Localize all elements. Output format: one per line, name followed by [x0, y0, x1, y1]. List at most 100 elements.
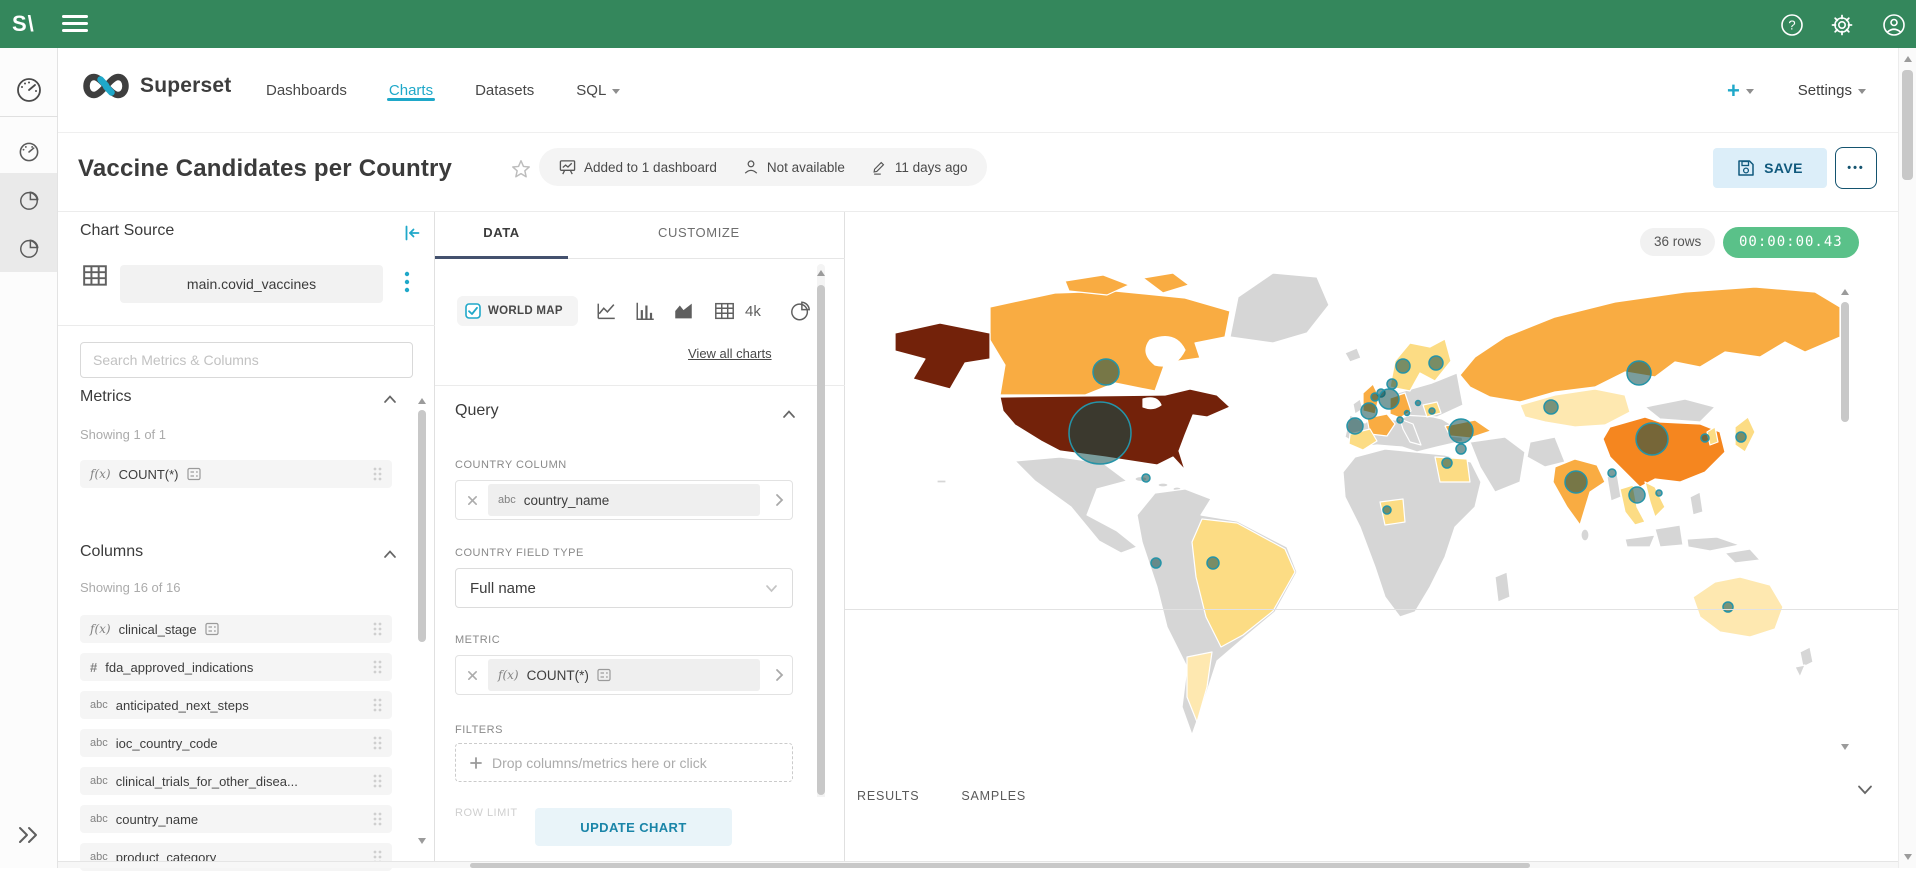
map-bubble-norway[interactable]	[1396, 359, 1410, 373]
dataset-options-kebab-icon[interactable]	[400, 269, 414, 299]
drag-handle-icon[interactable]	[372, 811, 382, 827]
map-bubble-italy[interactable]	[1397, 417, 1403, 423]
window-scrollbar-thumb[interactable]	[1902, 70, 1913, 180]
chevron-up-icon[interactable]	[383, 549, 397, 559]
dataset-name[interactable]: main.covid_vaccines	[120, 265, 383, 303]
save-button[interactable]: SAVE	[1713, 148, 1827, 188]
country-column-field[interactable]: abc country_name	[455, 480, 793, 520]
user-avatar-icon[interactable]	[1882, 13, 1906, 37]
scrollbar-up-arrow[interactable]	[817, 270, 825, 276]
column-item-4[interactable]: abc clinical_trials_for_other_disea...	[80, 767, 392, 795]
country-field-type-select[interactable]: Full name	[455, 568, 793, 608]
settings-menu-button[interactable]: Settings	[1798, 82, 1866, 99]
source-scrollbar-thumb[interactable]	[418, 410, 426, 642]
map-bubble-spain[interactable]	[1347, 418, 1363, 434]
tab-samples[interactable]: SAMPLES	[961, 789, 1026, 803]
pie-chart-icon[interactable]	[18, 189, 40, 211]
chevron-up-icon[interactable]	[782, 409, 796, 419]
metric-field[interactable]: f(x) COUNT(*)	[455, 655, 793, 695]
column-item-1[interactable]: # fda_approved_indications	[80, 653, 392, 681]
column-item-0[interactable]: f(x) clinical_stage	[80, 615, 392, 643]
favorite-star-icon[interactable]	[510, 158, 532, 180]
nav-item-datasets[interactable]: Datasets	[475, 48, 534, 133]
map-bubble-denmark[interactable]	[1387, 379, 1397, 389]
map-bubble-germany[interactable]	[1379, 389, 1399, 409]
world-map-chart[interactable]	[845, 265, 1898, 765]
map-bubble-nigeria[interactable]	[1383, 506, 1391, 514]
dashboards-chip[interactable]: Added to 1 dashboard	[559, 159, 717, 176]
area-chart-icon[interactable]	[672, 300, 695, 322]
column-item-5[interactable]: abc country_name	[80, 805, 392, 833]
map-bubble-cuba[interactable]	[1142, 474, 1150, 482]
more-actions-button[interactable]: •••	[1835, 147, 1877, 189]
new-item-button[interactable]: +	[1727, 78, 1754, 104]
drag-handle-icon[interactable]	[372, 466, 382, 482]
open-popover-icon[interactable]	[766, 668, 792, 682]
map-bubble-belgium[interactable]	[1371, 393, 1379, 401]
dashboard-gauge-icon[interactable]	[15, 76, 43, 104]
scrollbar-up-arrow[interactable]	[1904, 56, 1912, 62]
drag-handle-icon[interactable]	[372, 773, 382, 789]
hamburger-menu-icon[interactable]	[62, 15, 88, 33]
view-all-charts-link[interactable]: View all charts	[688, 346, 772, 361]
pie-chart-icon-2[interactable]	[18, 237, 40, 259]
chevron-up-icon[interactable]	[383, 394, 397, 404]
scrollbar-up-arrow[interactable]	[418, 398, 426, 404]
expand-strip-icon[interactable]	[16, 824, 42, 846]
scrollbar-down-arrow[interactable]	[1904, 854, 1912, 860]
map-bubble-south-korea[interactable]	[1701, 434, 1709, 442]
column-item-3[interactable]: abc ioc_country_code	[80, 729, 392, 757]
map-bubble-romania[interactable]	[1429, 408, 1435, 414]
gear-icon[interactable]	[1830, 13, 1854, 37]
map-scrollbar-up-arrow[interactable]	[1841, 289, 1849, 295]
pie-chart-icon[interactable]	[789, 300, 812, 322]
collapse-panel-icon[interactable]	[403, 224, 421, 242]
map-bubble-brazil[interactable]	[1207, 557, 1219, 569]
map-bubble-sweden[interactable]	[1429, 356, 1443, 370]
drag-handle-icon[interactable]	[372, 697, 382, 713]
help-icon[interactable]: ?	[1780, 13, 1804, 37]
update-chart-button[interactable]: UPDATE CHART	[535, 808, 732, 846]
app-logo[interactable]: S\	[12, 11, 35, 37]
drag-handle-icon[interactable]	[372, 659, 382, 675]
map-bubble-thailand[interactable]	[1629, 487, 1645, 503]
map-bubble-israel[interactable]	[1456, 444, 1466, 454]
line-chart-icon[interactable]	[595, 300, 618, 322]
nav-item-charts[interactable]: Charts	[389, 48, 433, 133]
open-popover-icon[interactable]	[766, 493, 792, 507]
tab-customize[interactable]: CUSTOMIZE	[658, 225, 740, 240]
window-hscrollbar-thumb[interactable]	[470, 863, 1530, 868]
column-item-2[interactable]: abc anticipated_next_steps	[80, 691, 392, 719]
map-bubble-japan[interactable]	[1736, 432, 1746, 442]
map-scrollbar-down-arrow[interactable]	[1841, 744, 1849, 750]
dashboard-gauge-icon-small[interactable]	[18, 141, 40, 163]
map-bubble-us[interactable]	[1069, 402, 1131, 464]
map-bubble-bangladesh[interactable]	[1608, 469, 1616, 477]
nav-item-dashboards[interactable]: Dashboards	[266, 48, 347, 133]
filters-dropzone[interactable]: Drop columns/metrics here or click	[455, 743, 793, 782]
viz-type-world-map[interactable]: WORLD MAP	[457, 296, 578, 326]
superset-brand[interactable]: Superset	[80, 72, 231, 100]
controls-scrollbar-thumb[interactable]	[817, 285, 825, 795]
map-scrollbar-thumb[interactable]	[1841, 302, 1849, 422]
drag-handle-icon[interactable]	[372, 735, 382, 751]
drag-handle-icon[interactable]	[372, 621, 382, 637]
bar-chart-icon[interactable]	[634, 300, 657, 322]
map-bubble-poland[interactable]	[1416, 401, 1421, 406]
map-countries[interactable]	[895, 273, 1840, 735]
tab-results[interactable]: RESULTS	[857, 789, 919, 803]
map-bubble-australia[interactable]	[1723, 602, 1733, 612]
map-bubble-turkey[interactable]	[1449, 419, 1473, 443]
map-bubble-austria[interactable]	[1405, 411, 1410, 416]
viz-4k-label[interactable]: 4k	[745, 303, 761, 320]
map-bubble-russia[interactable]	[1627, 361, 1651, 385]
country-column-value-pill[interactable]: abc country_name	[488, 484, 760, 516]
window-vertical-scrollbar[interactable]	[1898, 48, 1916, 868]
metric-item-0[interactable]: f(x) COUNT(*)	[80, 460, 392, 488]
map-bubble-canada[interactable]	[1093, 359, 1119, 385]
nav-item-sql[interactable]: SQL	[576, 48, 620, 133]
collapse-results-chevron-icon[interactable]	[1857, 784, 1873, 796]
map-bubble-kazakhstan[interactable]	[1544, 400, 1558, 414]
map-bubble-india[interactable]	[1565, 471, 1587, 493]
remove-value-icon[interactable]	[456, 495, 488, 506]
